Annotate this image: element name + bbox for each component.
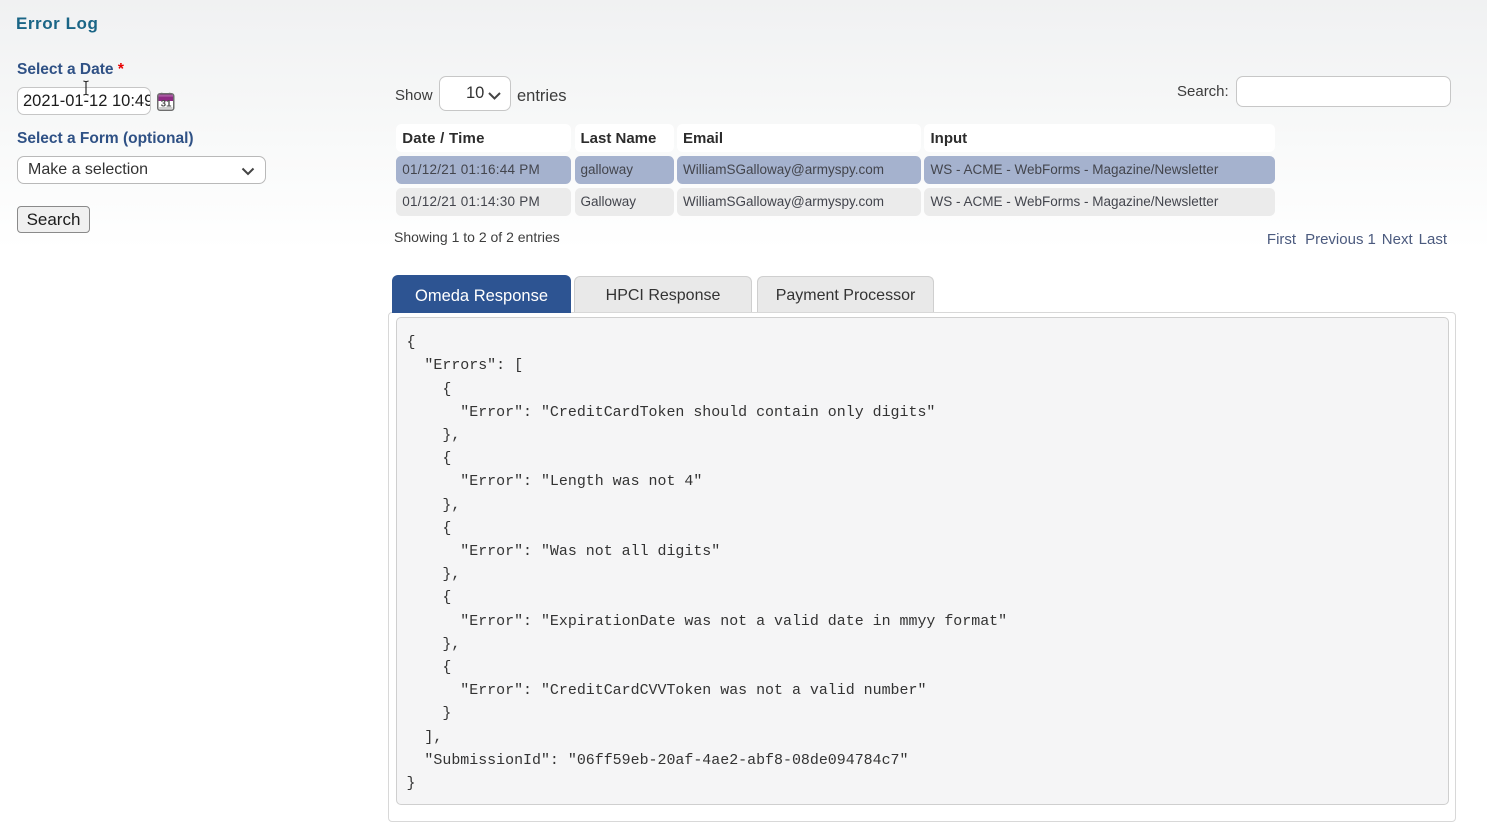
svg-text:31: 31 — [161, 98, 172, 109]
